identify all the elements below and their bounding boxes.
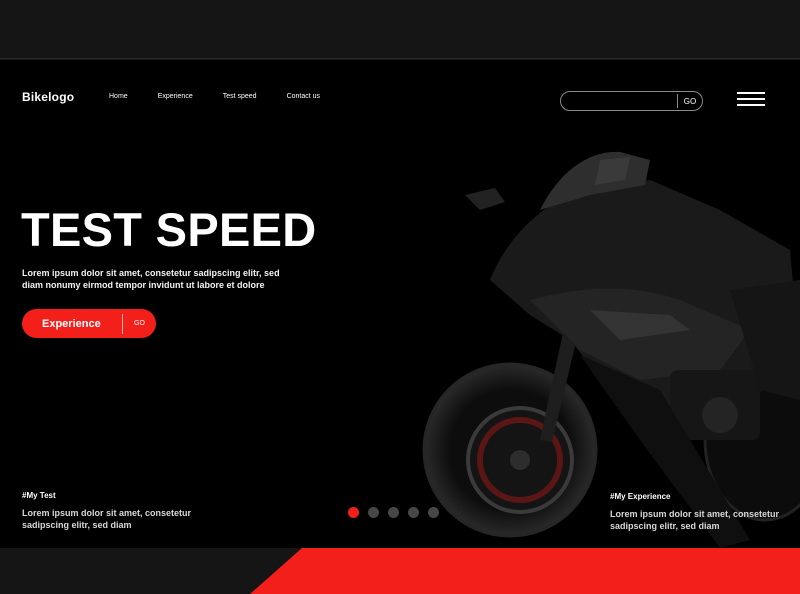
experience-button-label: Experience xyxy=(42,317,101,330)
info-my-experience: #My Experience Lorem ipsum dolor sit ame… xyxy=(610,492,790,532)
top-band xyxy=(0,0,800,59)
slider-dots xyxy=(348,507,448,518)
hero-description: Lorem ipsum dolor sit amet, consetetur s… xyxy=(22,268,280,290)
hero-section: Bikelogo Home Experience Test speed Cont… xyxy=(0,60,800,548)
bottom-band xyxy=(0,548,800,594)
nav-experience[interactable]: Experience xyxy=(158,93,193,100)
motorcycle-image xyxy=(422,151,800,548)
info-my-test-text: Lorem ipsum dolor sit amet, consetetur s… xyxy=(22,508,192,530)
search-go-button[interactable]: GO xyxy=(678,97,702,106)
nav-home[interactable]: Home xyxy=(109,93,128,100)
info-my-experience-tag: #My Experience xyxy=(610,492,671,501)
info-my-test-tag: #My Test xyxy=(22,491,56,500)
search-input[interactable] xyxy=(561,93,677,109)
slider-dot-5[interactable] xyxy=(428,507,439,518)
search-box: GO xyxy=(560,91,703,111)
experience-go-button[interactable]: GO xyxy=(123,320,156,327)
experience-button[interactable]: Experience GO xyxy=(22,309,156,338)
logo[interactable]: Bikelogo xyxy=(22,90,74,104)
slider-dot-3[interactable] xyxy=(388,507,399,518)
menu-icon[interactable] xyxy=(737,92,765,106)
info-my-experience-text: Lorem ipsum dolor sit amet, consetetur s… xyxy=(610,509,780,531)
slider-dot-2[interactable] xyxy=(368,507,379,518)
hero-title: TEST SPEED xyxy=(21,203,317,256)
slider-dot-1[interactable] xyxy=(348,507,359,518)
nav-contact-us[interactable]: Contact us xyxy=(287,93,320,100)
info-my-test: #My Test Lorem ipsum dolor sit amet, con… xyxy=(22,491,202,531)
red-accent-shape xyxy=(250,548,800,594)
nav-test-speed[interactable]: Test speed xyxy=(223,93,257,100)
slider-dot-4[interactable] xyxy=(408,507,419,518)
main-nav: Home Experience Test speed Contact us xyxy=(109,93,350,100)
